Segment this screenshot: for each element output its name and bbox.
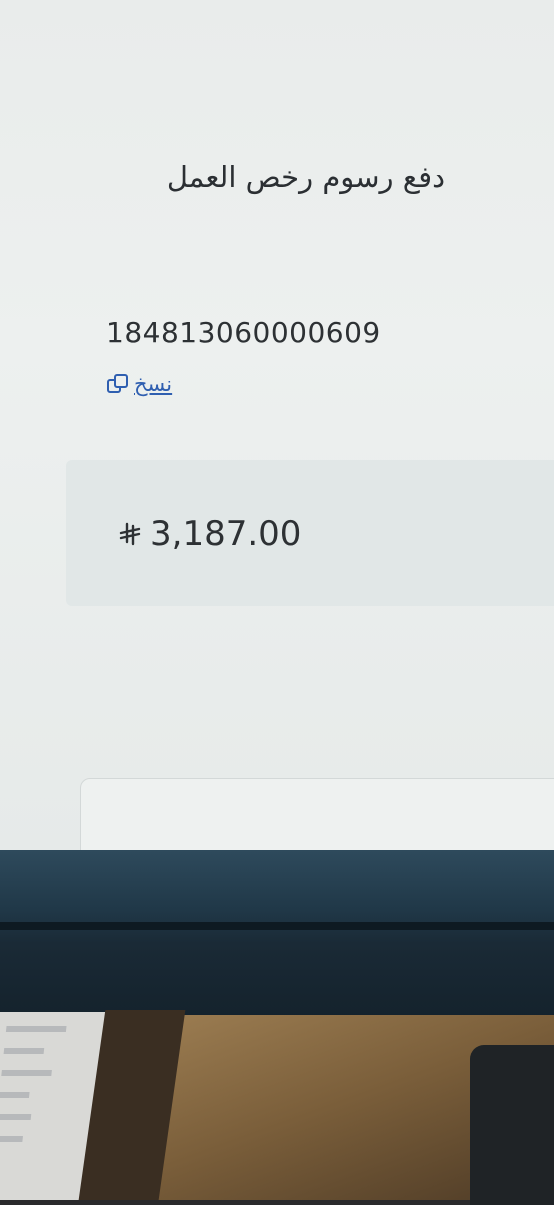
saudi-riyal-icon [119,522,141,546]
monitor-screen: دفع رسوم رخص العمل 184813060000609 نسخ 3… [0,0,554,860]
amount-panel: 3,187.00 [66,460,554,606]
monitor-stand [470,1045,554,1205]
copy-icon [107,374,128,393]
amount-value: 3,187.00 [150,514,302,554]
amount-display: 3,187.00 [118,514,301,554]
input-box[interactable] [80,778,554,860]
copy-label: نسخ [134,372,173,396]
bezel-edge [0,922,554,930]
reference-number: 184813060000609 [106,316,381,349]
monitor-bezel [0,850,554,1020]
copy-button[interactable]: نسخ [106,372,172,396]
page-title: دفع رسوم رخص العمل [166,160,445,194]
